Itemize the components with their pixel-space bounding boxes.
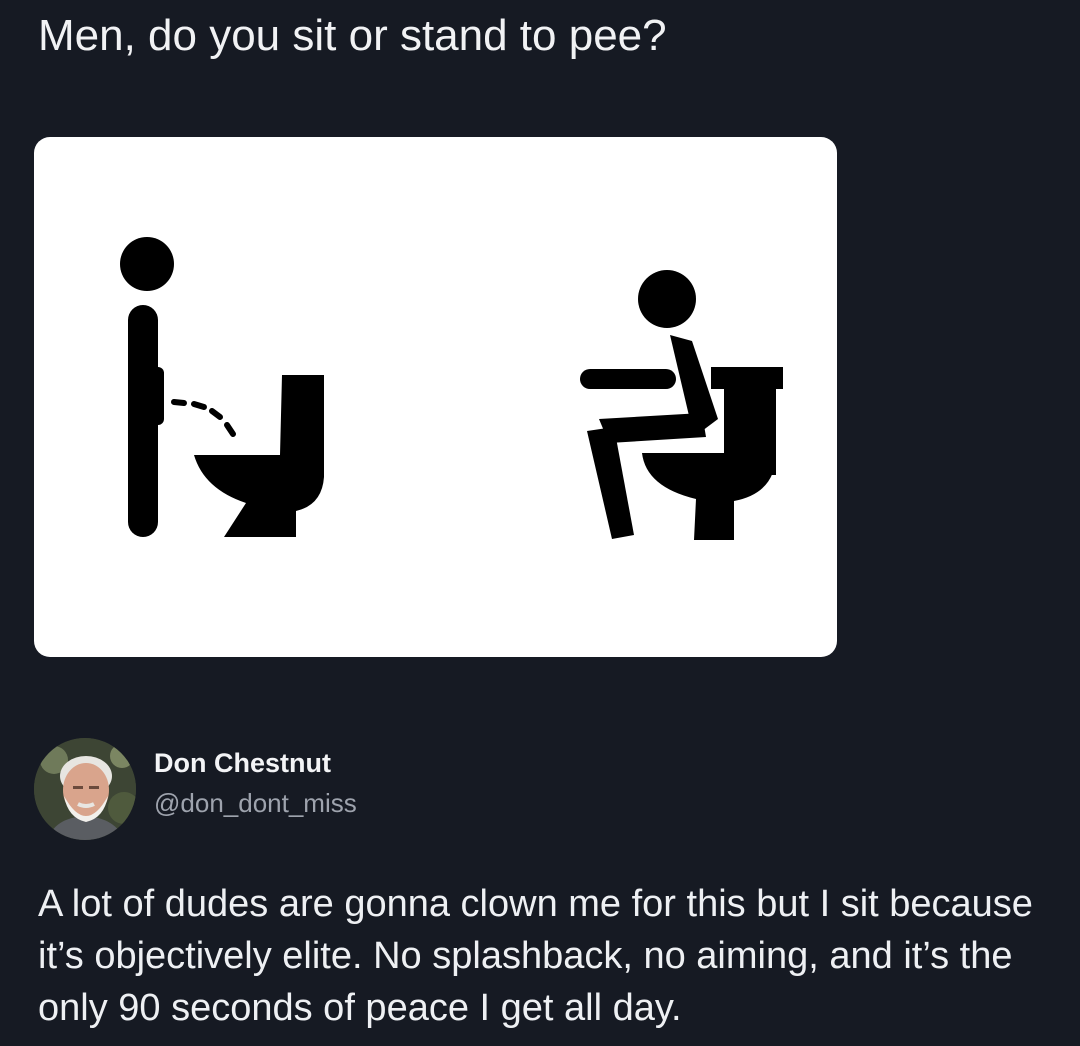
bearded-man-avatar-icon <box>34 738 136 840</box>
poll-image <box>34 137 837 657</box>
standing-urinating-figure-icon <box>120 237 324 537</box>
author-avatar[interactable] <box>34 738 136 840</box>
author-display-name[interactable]: Don Chestnut <box>154 748 331 779</box>
post-body-text: A lot of dudes are gonna clown me for th… <box>38 883 1033 1029</box>
question-heading: Men, do you sit or stand to pee? <box>38 11 667 60</box>
sitting-on-toilet-figure-icon <box>580 270 783 540</box>
author-handle[interactable]: @don_dont_miss <box>154 788 357 819</box>
